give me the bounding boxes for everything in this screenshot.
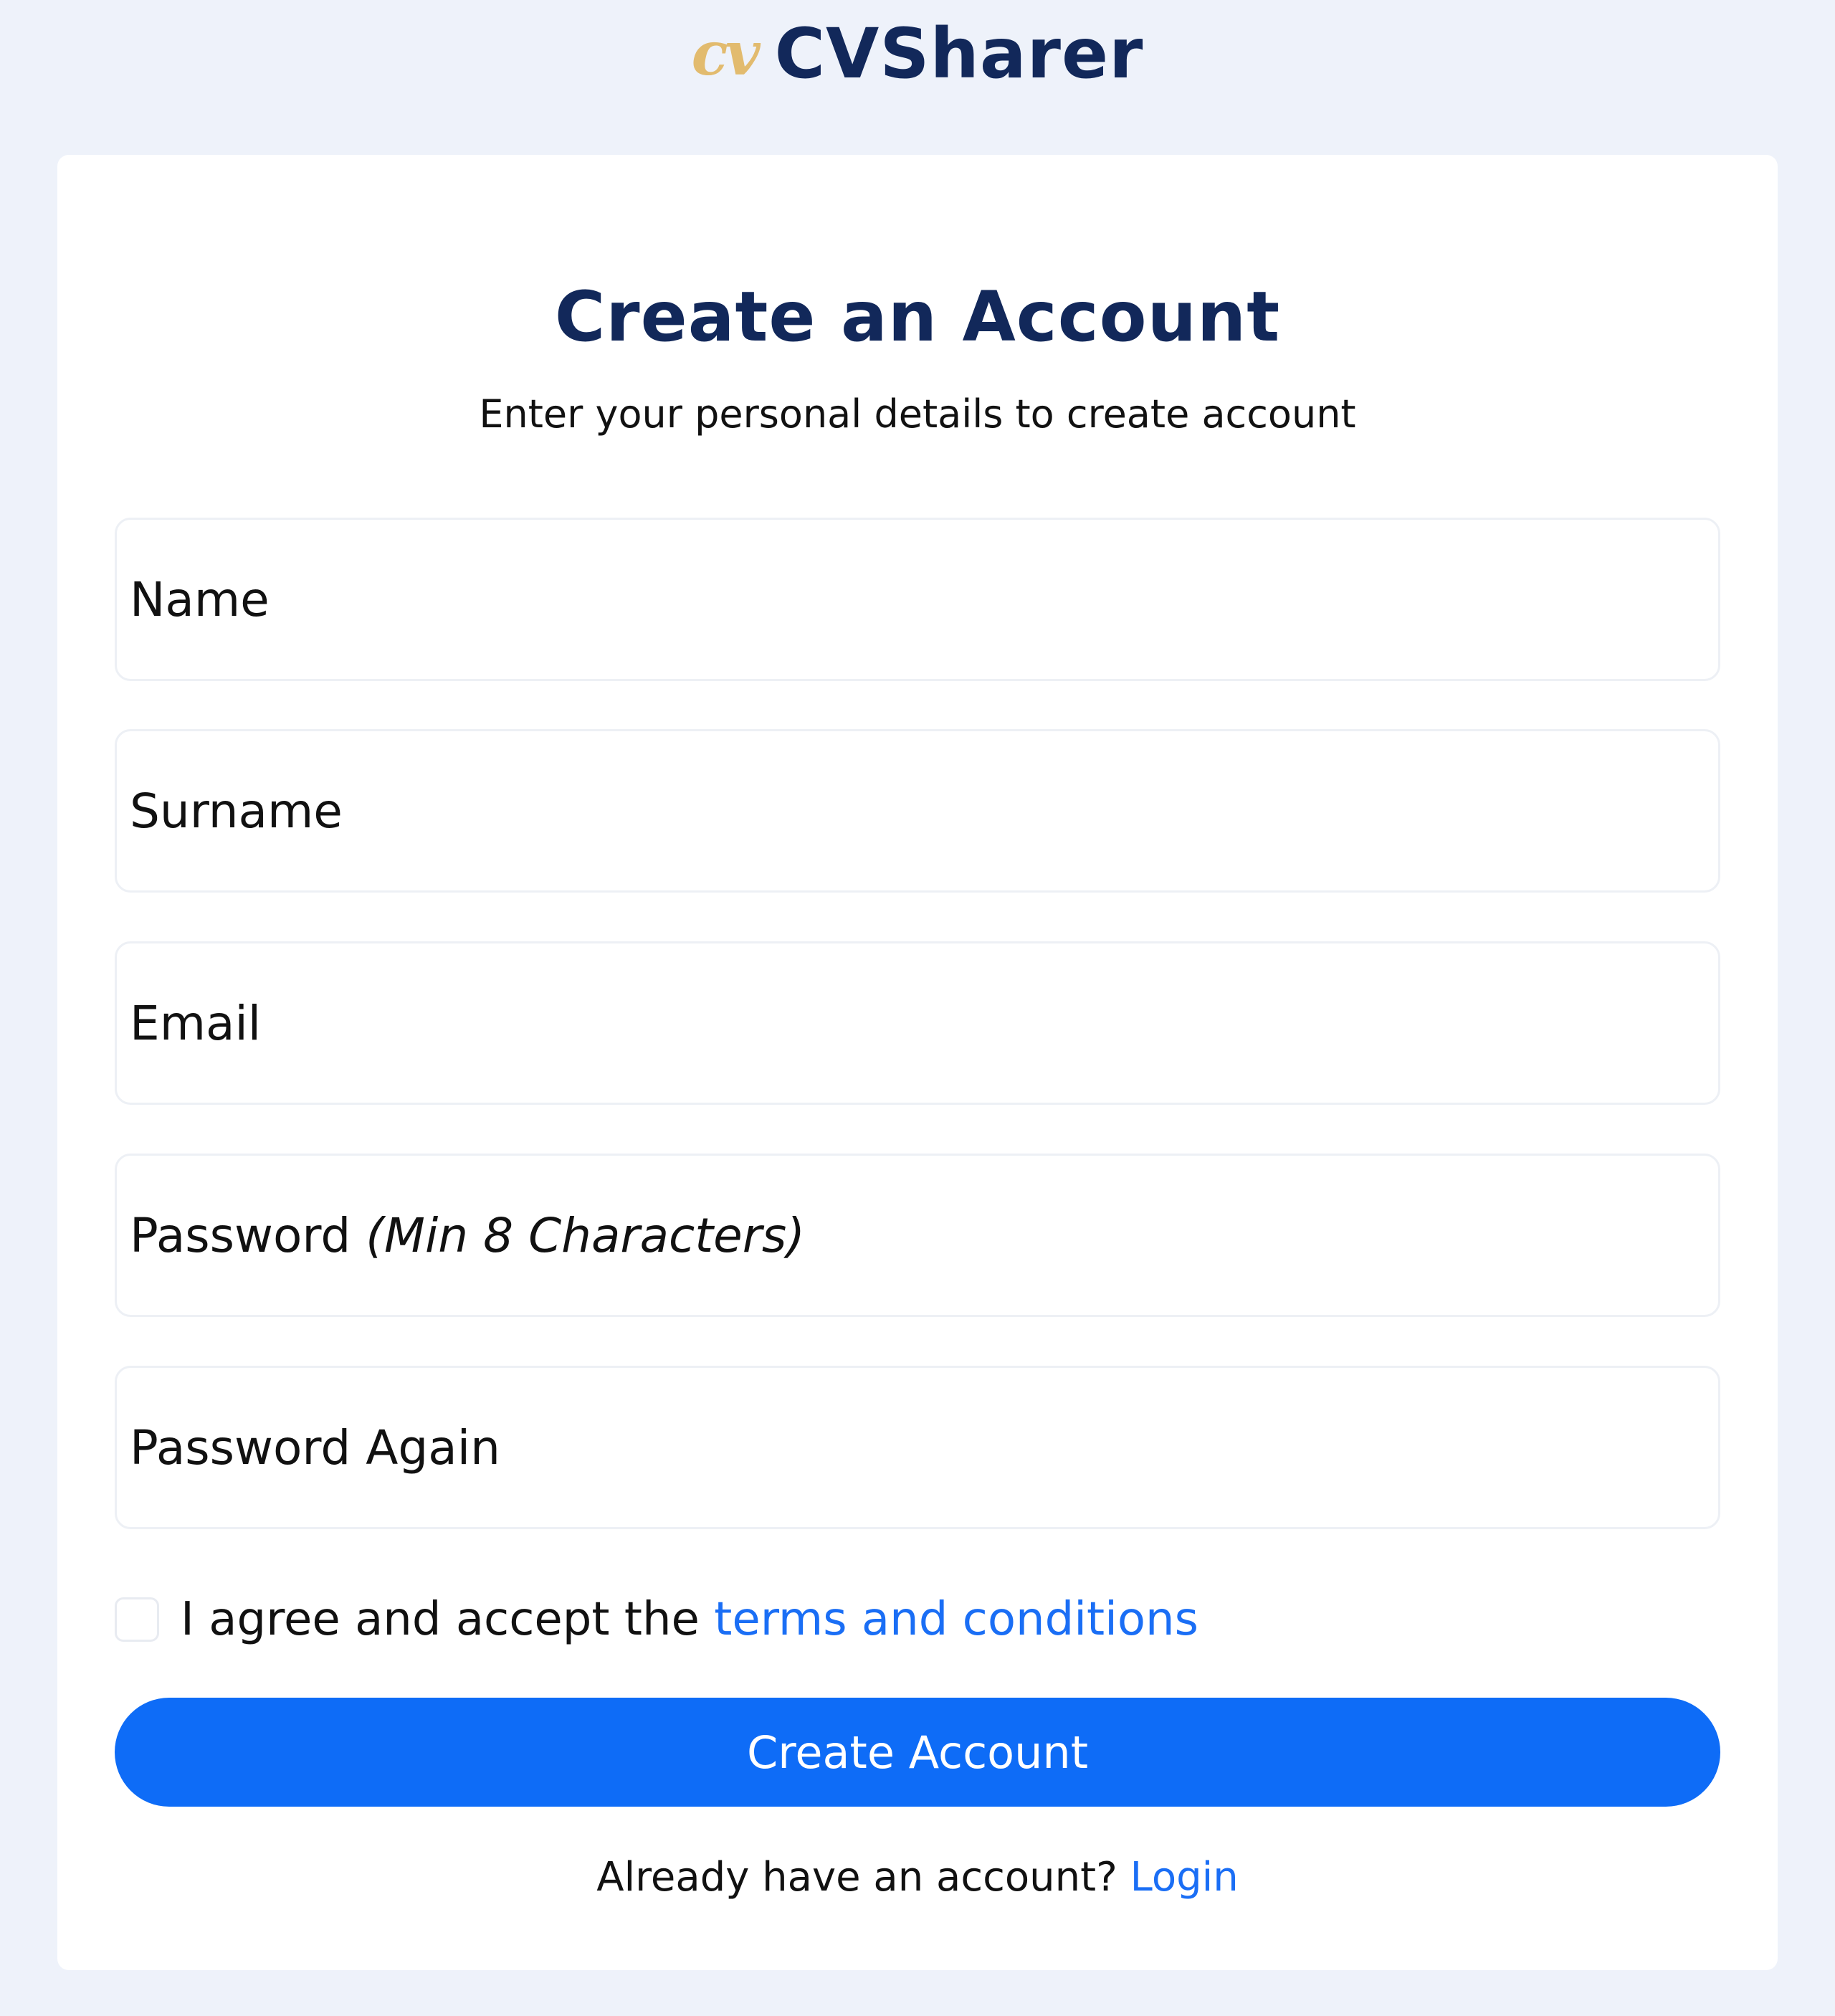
terms-link[interactable]: terms and conditions	[714, 1593, 1198, 1646]
login-prompt-text: Already have an account?	[596, 1854, 1117, 1901]
surname-placeholder: Surname	[130, 783, 343, 839]
password-hint: (Min 8 Characters)	[366, 1207, 806, 1263]
password-again-placeholder: Password Again	[130, 1420, 500, 1475]
name-field[interactable]: Name	[115, 518, 1720, 681]
password-field[interactable]: Password (Min 8 Characters)	[115, 1154, 1720, 1317]
cvsharer-logo-icon: cv	[691, 18, 761, 89]
create-account-button[interactable]: Create Account	[115, 1698, 1720, 1807]
login-link[interactable]: Login	[1130, 1854, 1239, 1901]
signup-card: Create an Account Enter your personal de…	[57, 155, 1778, 1970]
password-again-field[interactable]: Password Again	[115, 1366, 1720, 1529]
email-placeholder: Email	[130, 995, 262, 1051]
surname-field[interactable]: Surname	[115, 729, 1720, 893]
brand-name: CVSharer	[774, 14, 1144, 94]
terms-text: I agree and accept the	[181, 1593, 700, 1646]
terms-checkbox[interactable]	[115, 1597, 159, 1642]
email-field[interactable]: Email	[115, 941, 1720, 1105]
name-placeholder: Name	[130, 571, 270, 627]
page-subtitle: Enter your personal details to create ac…	[479, 391, 1356, 437]
password-placeholder: Password	[130, 1207, 351, 1263]
terms-row: I agree and accept the terms and conditi…	[115, 1587, 1198, 1652]
brand-header: cv CVSharer	[0, 0, 1835, 108]
page-title: Create an Account	[554, 277, 1281, 357]
login-prompt: Already have an account? Login	[57, 1854, 1778, 1901]
